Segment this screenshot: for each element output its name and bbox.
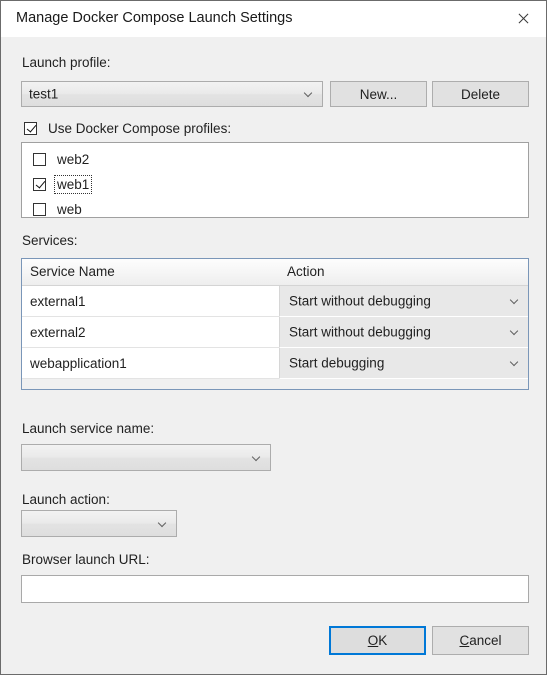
launch-profile-value: test1 [29,86,59,102]
service-action-dropdown[interactable]: Start without debugging [279,317,528,348]
profile-item-web2[interactable]: web2 [33,151,91,168]
launch-action-label: Launch action: [22,492,110,507]
table-row[interactable]: external2 Start without debugging [22,317,528,348]
browser-launch-url-input[interactable] [21,575,529,603]
service-action-dropdown[interactable]: Start without debugging [279,286,528,317]
chevron-down-icon [304,89,313,98]
compose-profiles-list[interactable]: web2 web1 web [21,142,529,218]
table-row[interactable]: external1 Start without debugging [22,286,528,317]
cancel-label-rest: ancel [469,633,502,648]
chevron-down-icon [510,296,519,305]
manage-docker-compose-launch-settings-dialog: Manage Docker Compose Launch Settings La… [0,0,547,675]
new-profile-button[interactable]: New... [330,81,427,107]
column-header-action[interactable]: Action [287,259,325,285]
profile-item-label: web2 [57,152,90,167]
chevron-down-icon [158,519,167,528]
checkbox-box [24,122,37,135]
window-title: Manage Docker Compose Launch Settings [16,10,293,26]
service-name-cell: external2 [22,317,279,348]
service-name-cell: external1 [22,286,279,317]
launch-service-name-label: Launch service name: [22,421,155,436]
title-bar: Manage Docker Compose Launch Settings [1,1,546,37]
cancel-mnemonic: C [459,633,470,648]
ok-button[interactable]: OK [329,626,426,655]
delete-profile-button[interactable]: Delete [432,81,529,107]
use-compose-profiles-checkbox[interactable]: Use Docker Compose profiles: [24,120,233,137]
checkbox-box [33,153,46,166]
service-action-value: Start without debugging [289,293,431,309]
launch-profile-label: Launch profile: [22,55,111,70]
chevron-down-icon [252,453,261,462]
chevron-down-icon [510,327,519,336]
table-row[interactable]: webapplication1 Start debugging [22,348,528,379]
profile-item-label: web [57,202,82,217]
ok-mnemonic: O [367,633,379,648]
profile-item-web1[interactable]: web1 [33,175,93,194]
service-action-value: Start debugging [289,355,385,371]
browser-launch-url-label: Browser launch URL: [22,552,150,567]
service-action-dropdown[interactable]: Start debugging [279,348,528,379]
cancel-button[interactable]: Cancel [432,626,529,655]
profile-item-web[interactable]: web [33,201,84,218]
profile-item-label: web1 [53,175,93,194]
launch-action-combobox[interactable] [21,510,177,537]
chevron-down-icon [510,358,519,367]
service-action-value: Start without debugging [289,324,431,340]
service-name-cell: webapplication1 [22,348,279,379]
checkbox-box [33,178,46,191]
services-grid[interactable]: Service Name Action external1 Start with… [21,258,529,390]
launch-service-name-combobox[interactable] [21,444,271,471]
launch-profile-combobox[interactable]: test1 [21,81,323,107]
services-grid-header: Service Name Action [22,259,528,286]
use-compose-profiles-label: Use Docker Compose profiles: [48,121,232,136]
close-icon [517,12,530,25]
column-header-service-name[interactable]: Service Name [30,259,115,285]
ok-label-rest: K [378,633,388,648]
close-button[interactable] [501,1,546,36]
services-label: Services: [22,233,78,248]
checkbox-box [33,203,46,216]
